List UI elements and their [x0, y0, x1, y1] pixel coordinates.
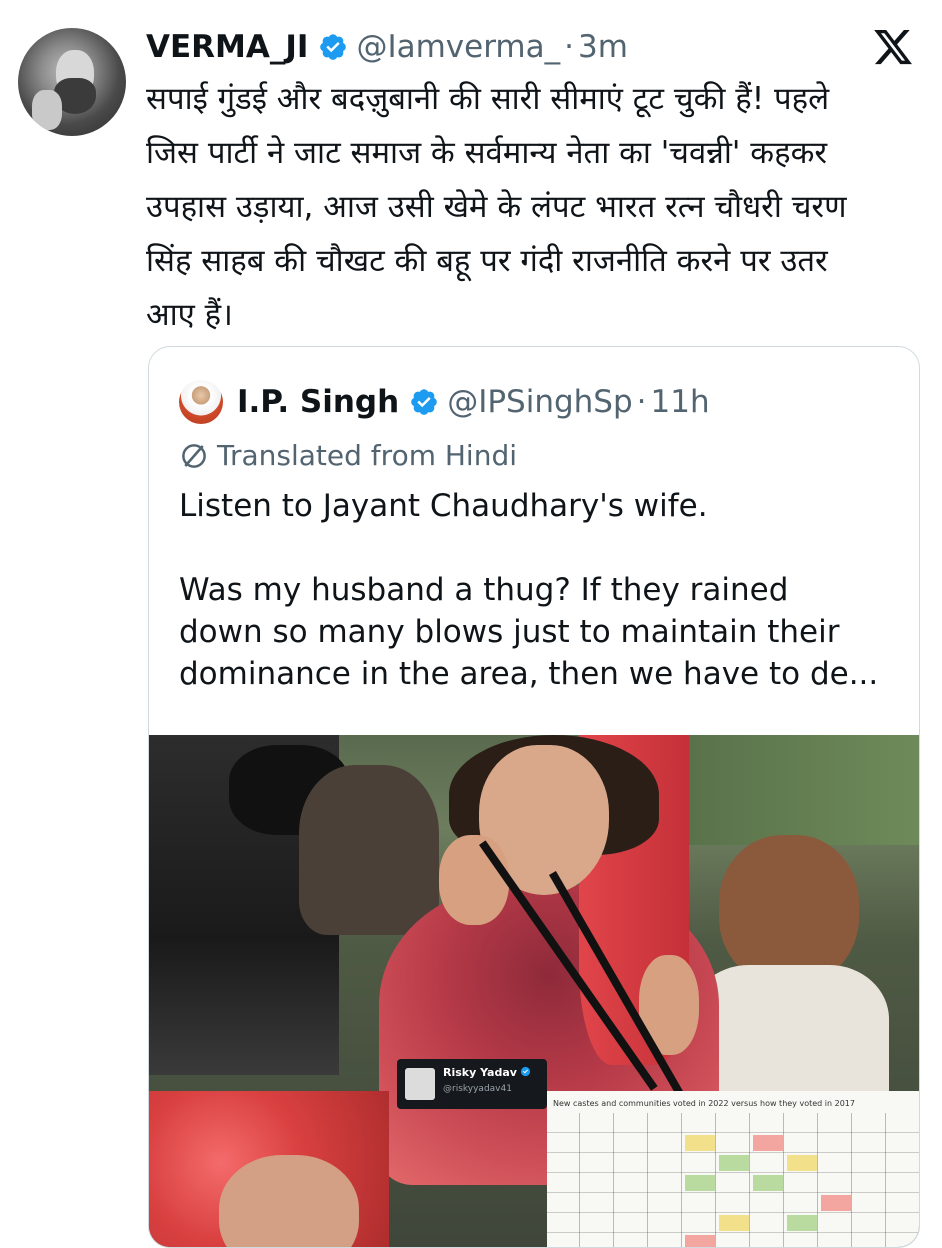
- translated-label: Translated from Hindi: [217, 439, 518, 472]
- separator-dot: ·: [636, 384, 647, 420]
- verified-badge-icon: [411, 389, 438, 415]
- embedded-table-image: New castes and communities voted in 2022…: [547, 1091, 919, 1247]
- author-name[interactable]: VERMA_JI: [146, 29, 308, 65]
- tweet-text-line: सिंह साहब की चौखट की बहू पर गंदी राजनीति…: [146, 243, 828, 279]
- translate-icon: [182, 443, 206, 468]
- quoted-text-line: down so many blows just to maintain thei…: [179, 614, 840, 650]
- quoted-author-name[interactable]: I.P. Singh: [237, 384, 399, 420]
- table-caption: New castes and communities voted in 2022…: [553, 1099, 855, 1108]
- verified-badge-icon: [320, 34, 347, 60]
- author-avatar[interactable]: [18, 28, 126, 136]
- embedded-handle: @riskyyadav41: [443, 1084, 512, 1094]
- table-cell-highlight: [821, 1195, 851, 1211]
- table-cell-highlight: [685, 1135, 715, 1151]
- separator-dot: ·: [564, 29, 574, 65]
- cameraman-figure: [299, 765, 439, 935]
- embedded-profile-card: Risky Yadav @riskyyadav41: [397, 1059, 547, 1109]
- media-background: [679, 735, 919, 845]
- quoted-author-avatar[interactable]: [179, 380, 223, 424]
- tweet-text-line: उपहास उड़ाया, आज उसी खेमे के लंपट भारत र…: [146, 189, 847, 225]
- tweet-text: सपाई गुंडई और बदज़ुबानी की सारी सीमाएं ट…: [146, 72, 916, 342]
- quoted-text-line: dominance in the area, then we have to d…: [179, 656, 879, 692]
- quoted-tweet-header: I.P. Singh @IPSinghSp · 11h: [179, 377, 710, 427]
- avatar-hand: [32, 90, 62, 130]
- inset-face: [219, 1155, 359, 1247]
- table-cell-highlight: [719, 1155, 749, 1171]
- x-logo-icon[interactable]: [872, 26, 914, 68]
- tweet-text-line: सपाई गुंडई और बदज़ुबानी की सारी सीमाएं ट…: [146, 81, 830, 117]
- tweet-time[interactable]: 3m: [578, 29, 628, 65]
- table-cell-highlight: [787, 1155, 817, 1171]
- embedded-avatar: [405, 1068, 435, 1100]
- quoted-text-para: Listen to Jayant Chaudhary's wife.: [179, 488, 708, 524]
- table-cell-highlight: [719, 1215, 749, 1231]
- table-cell-highlight: [685, 1235, 715, 1247]
- table-cell-highlight: [787, 1215, 817, 1231]
- translated-indicator[interactable]: Translated from Hindi: [179, 439, 517, 472]
- tweet-text-line: जिस पार्टी ने जाट समाज के सर्वमान्य नेता…: [146, 135, 828, 171]
- table-cell-highlight: [753, 1135, 783, 1151]
- table-cell-highlight: [753, 1175, 783, 1191]
- quoted-media-video[interactable]: Risky Yadav @riskyyadav41 New castes and…: [149, 735, 919, 1247]
- verified-badge-icon: [520, 1066, 531, 1077]
- author-handle[interactable]: @Iamverma_: [356, 29, 560, 65]
- tweet-text-line: आए हैं।: [146, 297, 233, 333]
- tweet-header: VERMA_JI @Iamverma_ · 3m: [146, 24, 628, 70]
- quoted-author-handle[interactable]: @IPSinghSp: [447, 384, 632, 420]
- quoted-tweet-time[interactable]: 11h: [651, 384, 710, 420]
- speaker-hand: [439, 835, 509, 925]
- quoted-tweet-card[interactable]: I.P. Singh @IPSinghSp · 11h Translated f…: [148, 346, 920, 1248]
- table-cell-highlight: [685, 1175, 715, 1191]
- quoted-tweet-text: Listen to Jayant Chaudhary's wife. Was m…: [179, 485, 899, 695]
- person-right-head: [719, 835, 859, 985]
- embedded-name: Risky Yadav: [443, 1066, 531, 1079]
- quoted-text-line: Was my husband a thug? If they rained: [179, 572, 789, 608]
